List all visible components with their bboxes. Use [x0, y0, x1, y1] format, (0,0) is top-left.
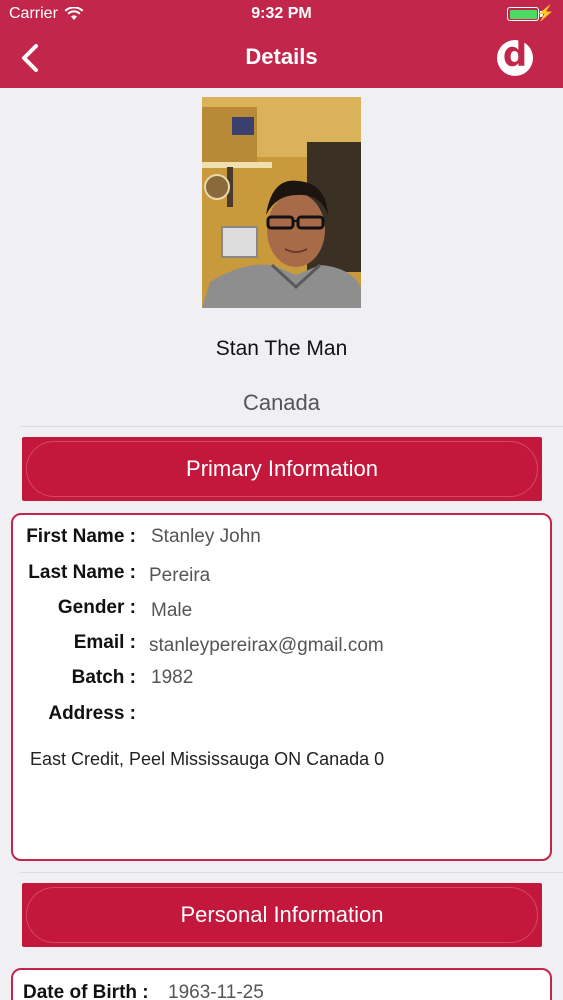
battery-icon: [507, 7, 543, 21]
page-title: Details: [245, 44, 318, 69]
personal-info-title: Personal Information: [180, 902, 384, 927]
batch-value: 1982: [151, 667, 194, 688]
personal-info-header[interactable]: Personal Information: [22, 883, 542, 947]
email-label: Email :: [73, 632, 136, 653]
nav-header: Carrier 9:32 PM ⚡ Details d: [0, 0, 563, 88]
profile-photo: [202, 97, 361, 308]
first-name-value: Stanley John: [151, 526, 261, 547]
address-label: Address :: [48, 703, 136, 724]
last-name-value: Pereira: [149, 565, 211, 586]
status-bar: Carrier 9:32 PM ⚡: [0, 0, 563, 28]
primary-info-card: First Name : Stanley John Last Name : Pe…: [11, 513, 552, 861]
gender-label: Gender :: [57, 597, 136, 618]
primary-info-title: Primary Information: [186, 456, 378, 481]
email-value: stanleypereirax@gmail.com: [149, 635, 384, 656]
dob-value: 1963-11-25: [168, 982, 264, 1000]
batch-label: Batch :: [71, 667, 136, 688]
primary-info-header[interactable]: Primary Information: [22, 437, 542, 501]
divider: [20, 426, 563, 427]
gender-value: Male: [151, 600, 193, 621]
charging-icon: ⚡: [536, 5, 555, 22]
profile-name: Stan The Man: [215, 337, 348, 360]
dob-label: Date of Birth :: [23, 982, 149, 1000]
profile-country: Canada: [242, 390, 321, 415]
last-name-label: Last Name :: [28, 562, 136, 583]
app-logo[interactable]: d: [497, 38, 533, 76]
status-time: 9:32 PM: [251, 5, 312, 22]
first-name-label: First Name :: [26, 526, 136, 547]
personal-info-card: Date of Birth : 1963-11-25: [11, 968, 552, 1000]
divider: [20, 872, 563, 873]
address-value: East Credit, Peel Mississauga ON Canada …: [30, 749, 385, 769]
